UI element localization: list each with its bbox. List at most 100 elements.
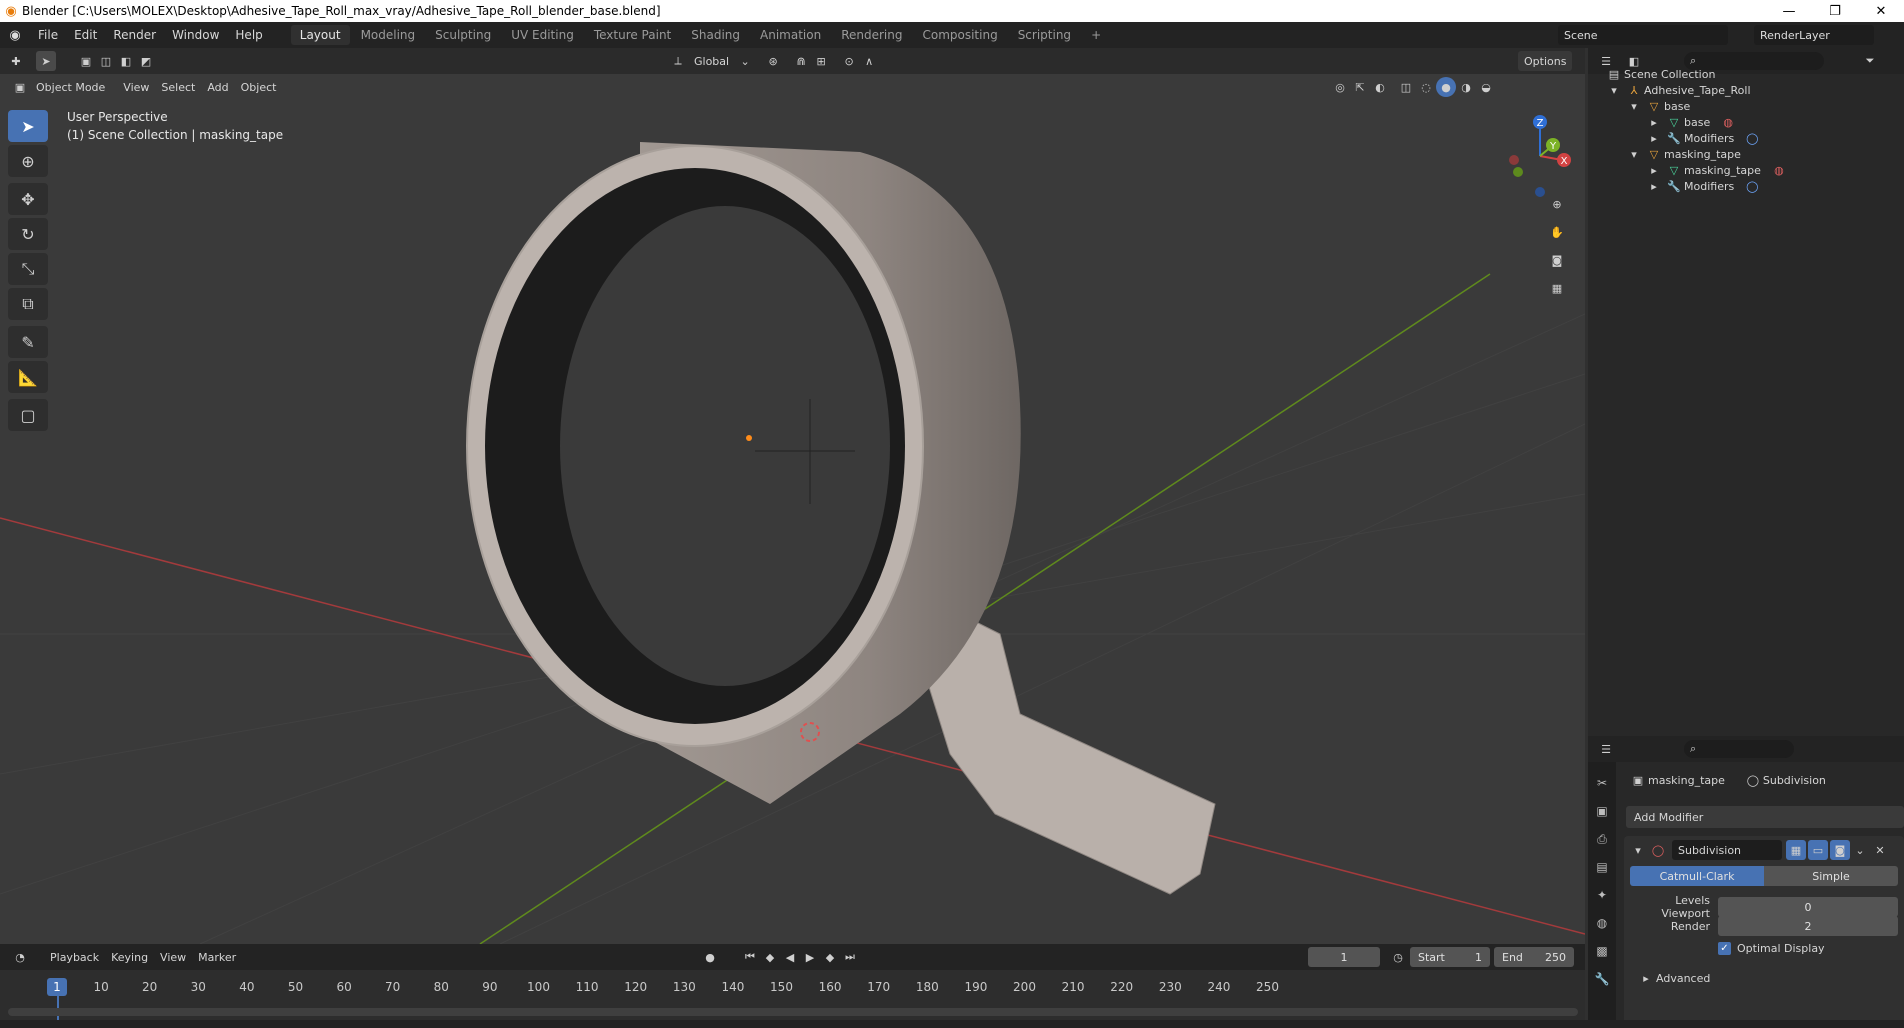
prev-keyframe-icon[interactable]: ◆ xyxy=(760,947,780,967)
chevron-down-icon[interactable]: ⌄ xyxy=(1850,840,1870,860)
zoom-icon[interactable]: ⊕ xyxy=(1547,194,1567,214)
tab-sculpting[interactable]: Sculpting xyxy=(426,25,500,45)
tab-rendering[interactable]: Rendering xyxy=(832,25,911,45)
close-window-button[interactable]: ✕ xyxy=(1858,0,1904,22)
edit-mode-toggle-icon[interactable]: ▦ xyxy=(1786,840,1806,860)
menu-timeline-view[interactable]: View xyxy=(154,947,192,967)
restore-button[interactable]: ❐ xyxy=(1812,0,1858,22)
simple-option[interactable]: Simple xyxy=(1764,866,1898,886)
tab-uv-editing[interactable]: UV Editing xyxy=(502,25,583,45)
solid-shading-icon[interactable]: ● xyxy=(1436,77,1456,97)
add-workspace-button[interactable]: + xyxy=(1082,25,1110,45)
collapse-panel-icon[interactable]: ▾ xyxy=(1628,840,1648,860)
modifier-tab-icon[interactable]: 🔧 xyxy=(1591,968,1613,990)
filter-icon[interactable]: ⏷ xyxy=(1860,51,1880,71)
tab-modeling[interactable]: Modeling xyxy=(352,25,425,45)
object-tab-icon[interactable]: ▩ xyxy=(1591,940,1613,962)
editor-type-icon[interactable]: ✚ xyxy=(6,51,26,71)
annotate-tool-icon[interactable]: ✎ xyxy=(8,326,48,358)
menu-keying[interactable]: Keying xyxy=(105,947,154,967)
gizmo-toggle-icon[interactable]: ⇱ xyxy=(1350,77,1370,97)
next-keyframe-icon[interactable]: ◆ xyxy=(820,947,840,967)
transform-orientation-dropdown[interactable]: Global xyxy=(688,51,735,71)
properties-search-input[interactable]: ⌕ xyxy=(1684,740,1794,758)
pivot-point-icon[interactable]: ⊛ xyxy=(763,51,783,71)
xray-toggle-icon[interactable]: ◫ xyxy=(1396,77,1416,97)
snap-icon[interactable]: ⋒ xyxy=(791,51,811,71)
play-reverse-icon[interactable]: ◀ xyxy=(780,947,800,967)
minimize-button[interactable]: — xyxy=(1766,0,1812,22)
tab-scripting[interactable]: Scripting xyxy=(1009,25,1080,45)
tab-compositing[interactable]: Compositing xyxy=(913,25,1006,45)
output-tab-icon[interactable]: ⎙ xyxy=(1591,828,1613,850)
menu-render[interactable]: Render xyxy=(105,22,164,48)
scale-tool-icon[interactable]: ⤡ xyxy=(8,253,48,285)
render-levels-field[interactable]: 2 xyxy=(1718,916,1898,936)
advanced-subpanel[interactable]: ▸ Advanced xyxy=(1636,968,1710,988)
options-dropdown[interactable]: Options xyxy=(1518,51,1573,71)
cursor-tool-icon[interactable]: ⊕ xyxy=(8,145,48,177)
select-mode-extend-icon[interactable]: ◫ xyxy=(96,51,116,71)
start-frame-field[interactable]: Start 1 xyxy=(1410,947,1490,967)
menu-edit[interactable]: Edit xyxy=(66,22,105,48)
measure-tool-icon[interactable]: 📐 xyxy=(8,361,48,393)
menu-view[interactable]: View xyxy=(117,77,155,97)
preview-range-icon[interactable]: ◷ xyxy=(1388,947,1408,967)
navigation-gizmo[interactable]: Z X Y xyxy=(1500,112,1580,202)
view-layer-selector[interactable]: RenderLayer xyxy=(1754,25,1874,45)
rotate-tool-icon[interactable]: ↻ xyxy=(8,218,48,250)
menu-playback[interactable]: Playback xyxy=(44,947,105,967)
jump-start-icon[interactable]: ⏮ xyxy=(740,947,760,967)
menu-add[interactable]: Add xyxy=(201,77,234,97)
select-box-tool-icon[interactable]: ➤ xyxy=(8,110,48,142)
gizmo-neg-y-handle[interactable] xyxy=(1513,167,1523,177)
pan-hand-icon[interactable]: ✋ xyxy=(1547,222,1567,242)
visibility-icon[interactable]: ◎ xyxy=(1330,77,1350,97)
viewport-toggle-icon[interactable]: ▭ xyxy=(1808,840,1828,860)
transform-tool-icon[interactable]: ⧉ xyxy=(8,288,48,320)
timeline-scrollbar[interactable] xyxy=(8,1008,1578,1016)
gizmo-neg-z-handle[interactable] xyxy=(1535,187,1545,197)
add-modifier-button[interactable]: Add Modifier xyxy=(1626,806,1904,828)
proportional-editing-icon[interactable]: ⊙ xyxy=(839,51,859,71)
3d-viewport[interactable]: User Perspective (1) Scene Collection | … xyxy=(0,74,1585,944)
render-tab-icon[interactable]: ▣ xyxy=(1591,800,1613,822)
levels-viewport-field[interactable]: 0 xyxy=(1718,897,1898,917)
tab-texture-paint[interactable]: Texture Paint xyxy=(585,25,680,45)
tab-animation[interactable]: Animation xyxy=(751,25,830,45)
current-frame-field[interactable]: 1 xyxy=(1308,947,1380,967)
world-tab-icon[interactable]: ◍ xyxy=(1591,912,1613,934)
render-toggle-icon[interactable]: ◙ xyxy=(1830,840,1850,860)
timeline-editor-icon[interactable]: ◔ xyxy=(10,947,30,967)
playhead-marker[interactable]: 1 xyxy=(47,978,67,996)
ortho-grid-icon[interactable]: ▦ xyxy=(1547,278,1567,298)
catmull-clark-option[interactable]: Catmull-Clark xyxy=(1630,866,1764,886)
view-layer-tab-icon[interactable]: ▤ xyxy=(1591,856,1613,878)
menu-help[interactable]: Help xyxy=(227,22,270,48)
camera-view-icon[interactable]: ◙ xyxy=(1547,250,1567,270)
select-mode-new-icon[interactable]: ▣ xyxy=(76,51,96,71)
blender-menu-icon[interactable]: ◉ xyxy=(0,28,30,43)
outliner-row-masking-tape-modifiers[interactable]: ▸ 🔧 Modifiers ◯ xyxy=(1644,176,1762,196)
menu-select[interactable]: Select xyxy=(155,77,201,97)
snap-target-icon[interactable]: ⊞ xyxy=(811,51,831,71)
gizmo-neg-x-handle[interactable] xyxy=(1509,155,1519,165)
tool-tab-icon[interactable]: ✂ xyxy=(1591,772,1613,794)
expand-arrow-icon[interactable]: ▾ xyxy=(1624,144,1644,164)
remove-modifier-icon[interactable]: ✕ xyxy=(1870,840,1890,860)
collapse-arrow-icon[interactable]: ▸ xyxy=(1644,176,1664,196)
select-mode-invert-icon[interactable]: ◩ xyxy=(136,51,156,71)
scene-tab-icon[interactable]: ✦ xyxy=(1591,884,1613,906)
wireframe-shading-icon[interactable]: ◌ xyxy=(1416,77,1436,97)
menu-file[interactable]: File xyxy=(30,22,66,48)
add-cube-tool-icon[interactable]: ▢ xyxy=(8,399,48,431)
move-tool-icon[interactable]: ✥ xyxy=(8,183,48,215)
object-mode-dropdown[interactable]: Object Mode xyxy=(30,77,111,97)
select-tool-icon[interactable]: ➤ xyxy=(36,51,56,71)
expand-arrow-icon[interactable]: ▾ xyxy=(1624,96,1644,116)
rendered-shading-icon[interactable]: ◒ xyxy=(1476,77,1496,97)
menu-marker[interactable]: Marker xyxy=(192,947,242,967)
modifier-name-field[interactable]: Subdivision xyxy=(1672,840,1782,860)
tab-shading[interactable]: Shading xyxy=(682,25,749,45)
end-frame-field[interactable]: End 250 xyxy=(1494,947,1574,967)
